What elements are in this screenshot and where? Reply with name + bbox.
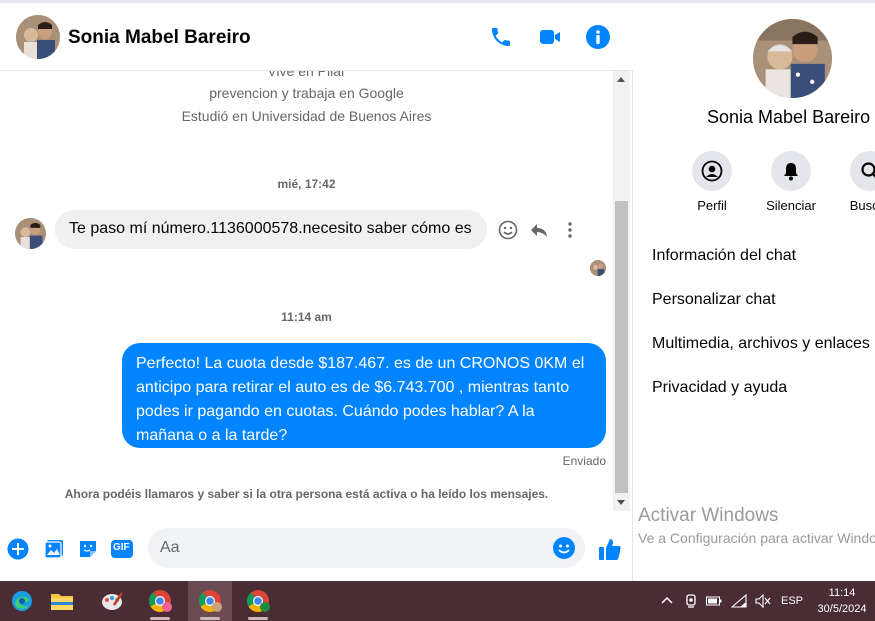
language-indicator[interactable]: ESP [778,581,806,621]
message-input-wrapper[interactable] [148,528,585,568]
chat-panel: Sonia Mabel Bareiro Vive en Pilar preven… [0,3,633,581]
wifi-icon[interactable] [728,581,750,621]
message-list: Vive en Pilar prevencion y trabaja en Go… [0,71,633,523]
chat-scrollbar[interactable] [613,71,630,511]
photo-icon[interactable] [42,537,66,561]
clock-time: 11:14 [828,587,856,599]
customize-chat-row[interactable]: Personalizar chat [652,291,776,309]
chrome-profile-icon[interactable] [188,581,232,621]
video-camera-icon[interactable] [535,22,565,52]
sent-status: Enviado [562,454,606,468]
profile-education: Estudió en Universidad de Buenos Aires [181,108,432,124]
phone-icon[interactable] [486,22,516,52]
clock-date: 30/5/2024 [817,603,867,615]
scroll-thumb[interactable] [615,201,628,493]
react-emoji-icon[interactable] [496,218,520,242]
gif-icon[interactable]: GIF [110,537,134,561]
sticker-icon[interactable] [76,537,100,561]
composer: GIF [0,525,633,573]
messenger-app: Sonia Mabel Bareiro Vive en Pilar preven… [0,0,875,581]
windows-taskbar: ESP 11:14 30/5/2024 [0,581,875,621]
edge-icon[interactable] [0,581,44,621]
search-label: Buscar [849,198,875,213]
reply-icon[interactable] [527,218,551,242]
message-input[interactable] [160,528,550,568]
info-icon[interactable] [583,22,613,52]
outgoing-message[interactable]: Perfecto! La cuota desde $187.467. es de… [122,343,606,448]
chat-header: Sonia Mabel Bareiro [0,3,633,71]
search-action[interactable]: Buscar [830,151,875,213]
bell-icon[interactable] [771,151,811,191]
scroll-up-arrow-icon[interactable] [617,77,625,82]
battery-icon[interactable] [704,581,724,621]
windows-activation-title: Activar Windows [638,505,779,526]
privacy-help-row[interactable]: Privacidad y ayuda [652,379,787,397]
file-explorer-icon[interactable] [40,581,84,621]
language-label: ESP [780,595,803,607]
incoming-message[interactable]: Te paso mí número.1136000578.necesito sa… [55,210,487,249]
info-avatar[interactable] [753,19,832,98]
search-icon[interactable] [850,151,875,191]
meet-now-icon[interactable] [681,581,701,621]
gif-label: GIF [113,542,130,553]
scroll-down-arrow-icon[interactable] [617,500,625,505]
thumbs-up-icon[interactable] [596,535,624,563]
conversation-info-pane: Sonia Mabel Bareiro Perfil Silenciar Bus… [634,3,875,581]
windows-activation-subtitle: Ve a Configuración para activar Windows. [638,530,875,546]
paint-icon[interactable] [90,581,134,621]
sender-avatar[interactable] [15,218,46,249]
seen-avatar [590,260,606,276]
profile-label: Perfil [697,198,727,213]
mute-action[interactable]: Silenciar [751,151,831,213]
profile-work: prevencion y trabaja en Google [209,85,404,101]
profile-action[interactable]: Perfil [672,151,752,213]
media-files-row[interactable]: Multimedia, archivos y enlaces [652,335,870,353]
profile-icon[interactable] [692,151,732,191]
chat-info-row[interactable]: Información del chat [652,247,796,265]
chevron-up-icon[interactable] [658,581,676,621]
emoji-icon[interactable] [552,536,576,560]
system-clock[interactable]: 11:14 30/5/2024 [812,585,872,617]
mute-label: Silenciar [766,198,816,213]
timestamp: 11:14 am [281,310,332,324]
timestamp: mié, 17:42 [277,177,336,191]
more-options-icon[interactable] [558,218,582,242]
info-contact-name: Sonia Mabel Bareiro [707,107,871,127]
contact-avatar[interactable] [16,15,60,59]
chrome-t-icon[interactable] [236,581,280,621]
call-notice: Ahora podéis llamaros y saber si la otra… [64,487,549,501]
chrome-icon[interactable] [138,581,182,621]
volume-muted-icon[interactable] [752,581,774,621]
plus-icon[interactable] [6,537,30,561]
contact-name[interactable]: Sonia Mabel Bareiro [68,27,251,49]
profile-location: Vive en Pilar [267,71,346,79]
